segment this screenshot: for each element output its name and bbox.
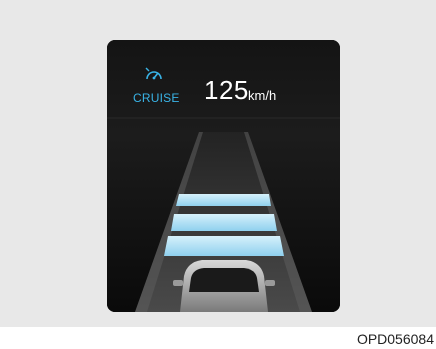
gap-bar-2 bbox=[171, 214, 277, 231]
cluster-display: CRUISE 125 km/h bbox=[107, 40, 340, 312]
cruise-speedometer-icon bbox=[145, 67, 162, 80]
cruise-indicator-label: CRUISE bbox=[133, 91, 180, 105]
gap-bar-3 bbox=[164, 236, 284, 256]
vehicle-icon bbox=[173, 260, 275, 312]
set-speed-value: 125 bbox=[204, 75, 249, 105]
gap-bar-1 bbox=[176, 194, 271, 206]
figure-background: CRUISE 125 km/h bbox=[0, 0, 436, 327]
speed-unit: km/h bbox=[248, 88, 277, 103]
figure-code: OPD056084 bbox=[356, 331, 434, 347]
